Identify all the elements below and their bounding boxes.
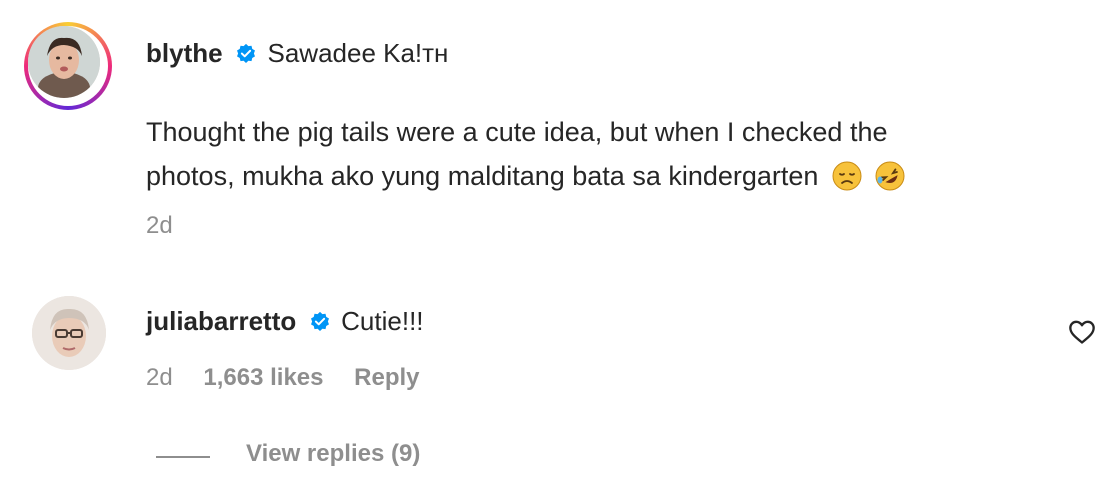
comment-body-line-2: photos, mukha ako yung malditang bata sa…	[146, 154, 905, 198]
verified-badge-icon	[310, 311, 329, 331]
avatar-photo	[32, 296, 106, 370]
comment-time: 2d	[146, 212, 173, 239]
username[interactable]: blythe	[146, 38, 223, 68]
comment-body-line-1: Thought the pig tails were a cute idea, …	[146, 117, 888, 147]
view-replies-label[interactable]: View replies (9)	[246, 440, 420, 467]
reply-button[interactable]: Reply	[354, 364, 419, 391]
view-replies-button[interactable]: View replies (9)	[246, 440, 444, 468]
avatar-photo	[28, 26, 100, 98]
comment-meta: 2d	[146, 212, 197, 240]
heart-outline-icon[interactable]	[1068, 318, 1096, 346]
comment-text: Sawadee Ka!тн	[267, 38, 449, 68]
comment-meta: 2d 1,663 likes Reply	[146, 364, 444, 392]
likes-count[interactable]: 1,663 likes	[203, 364, 323, 391]
verified-badge-icon	[237, 43, 256, 63]
comment-text: Cutie!!!	[341, 306, 424, 336]
rolling-on-floor-laughing-icon	[875, 161, 905, 191]
disappointed-face-icon	[832, 161, 862, 191]
avatar-blythe[interactable]	[24, 22, 112, 110]
replies-divider	[156, 456, 210, 458]
comment-time: 2d	[146, 364, 173, 391]
comment-header: juliabarretto Cutie!!!	[146, 306, 424, 337]
avatar-juliabarretto[interactable]	[32, 296, 106, 370]
comment-header: blythe Sawadee Ka!тн	[146, 38, 448, 69]
username[interactable]: juliabarretto	[146, 306, 296, 336]
comment-body-text: photos, mukha ako yung malditang bata sa…	[146, 161, 819, 191]
